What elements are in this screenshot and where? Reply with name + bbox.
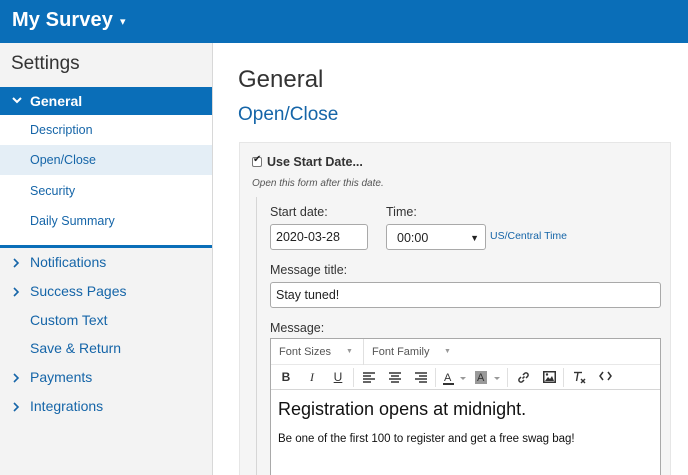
use-start-date-label: Use Start Date... xyxy=(267,155,363,169)
checkmark-icon: ✔ xyxy=(253,154,262,165)
italic-button[interactable]: I xyxy=(302,368,322,387)
editor-content[interactable]: Registration opens at midnight. Be one o… xyxy=(271,390,660,475)
svg-text:A: A xyxy=(444,372,452,384)
align-left-button[interactable] xyxy=(359,368,379,387)
sidebar-item-integrations[interactable]: Integrations xyxy=(0,393,212,421)
use-start-date-checkbox[interactable]: ✔ xyxy=(252,154,262,167)
sidebar-item-payments[interactable]: Payments xyxy=(0,364,212,392)
align-left-icon xyxy=(363,372,375,383)
time-select[interactable]: 00:00 ▼ xyxy=(386,224,486,250)
sidebar-item-custom-text[interactable]: Custom Text xyxy=(0,307,212,335)
align-center-icon xyxy=(389,372,401,383)
message-title-label: Message title: xyxy=(270,263,348,277)
top-bar: My Survey ▾ xyxy=(0,0,688,43)
sidebar-item-notifications[interactable]: Notifications xyxy=(0,249,212,277)
link-icon xyxy=(517,372,529,383)
clear-formatting-button[interactable] xyxy=(569,368,589,387)
sidebar-subitem-security[interactable]: Security xyxy=(0,176,212,206)
sidebar-title: Settings xyxy=(11,53,80,74)
sidebar-item-label: Integrations xyxy=(30,398,104,414)
font-family-label: Font Family xyxy=(372,346,430,358)
main-content: General Open/Close ✔ Use Start Date... O… xyxy=(213,43,688,475)
sidebar-item-label: Save & Return xyxy=(30,340,122,356)
start-date-options: Start date: Time: 00:00 ▼ US/Central Tim… xyxy=(256,197,672,475)
open-close-panel: ✔ Use Start Date... Open this form after… xyxy=(239,142,671,475)
start-date-label: Start date: xyxy=(270,205,328,219)
chevron-right-icon xyxy=(13,258,20,268)
sidebar-item-label: Custom Text xyxy=(30,312,108,328)
sidebar-item-general[interactable]: General xyxy=(0,87,212,115)
insert-link-button[interactable] xyxy=(513,368,533,387)
sidebar-item-label: Success Pages xyxy=(30,283,127,299)
sidebar: Settings General Description Open/Close … xyxy=(0,43,213,475)
editor-toolbar-row-2: B I U A A xyxy=(271,365,660,390)
sidebar-submenu: Description Open/Close Security Daily Su… xyxy=(0,115,212,245)
sidebar-subitem-description[interactable]: Description xyxy=(0,115,212,145)
align-right-icon xyxy=(415,372,427,383)
source-code-button[interactable] xyxy=(595,368,615,387)
message-editor: Font Sizes ▼ Font Family ▼ B I U A A Reg… xyxy=(270,338,661,475)
section-title: Open/Close xyxy=(238,104,339,125)
code-icon xyxy=(598,371,612,381)
background-color-icon: A xyxy=(475,371,500,384)
toolbar-separator xyxy=(563,368,564,387)
svg-text:A: A xyxy=(477,372,485,384)
editor-toolbar-row-1: Font Sizes ▼ Font Family ▼ xyxy=(271,339,660,365)
chevron-down-icon[interactable]: ▾ xyxy=(120,15,126,28)
background-color-button[interactable]: A xyxy=(473,368,503,387)
toolbar-separator xyxy=(507,368,508,387)
sidebar-item-label: Payments xyxy=(30,369,93,385)
page-title: General xyxy=(238,66,324,93)
sidebar-item-success-pages[interactable]: Success Pages xyxy=(0,278,212,306)
survey-title[interactable]: My Survey xyxy=(12,9,113,32)
align-right-button[interactable] xyxy=(411,368,431,387)
font-family-dropdown[interactable]: Font Family ▼ xyxy=(364,339,456,365)
font-sizes-label: Font Sizes xyxy=(279,346,331,358)
toolbar-separator xyxy=(435,368,436,387)
clear-formatting-icon xyxy=(573,371,585,384)
sidebar-subitem-daily-summary[interactable]: Daily Summary xyxy=(0,206,212,236)
start-date-input[interactable] xyxy=(270,224,368,250)
chevron-right-icon xyxy=(13,402,20,412)
editor-heading-text: Registration opens at midnight. xyxy=(278,399,527,419)
bold-button[interactable]: B xyxy=(276,368,296,387)
dropdown-arrow-icon: ▼ xyxy=(444,348,451,355)
insert-image-button[interactable] xyxy=(539,368,559,387)
text-color-icon: A xyxy=(443,372,466,385)
help-text: Open this form after this date. xyxy=(252,178,384,189)
text-color-button[interactable]: A xyxy=(441,368,469,387)
timezone-link[interactable]: US/Central Time xyxy=(490,230,567,242)
sidebar-subitem-open-close[interactable]: Open/Close xyxy=(0,145,212,175)
align-center-button[interactable] xyxy=(385,368,405,387)
font-sizes-dropdown[interactable]: Font Sizes ▼ xyxy=(271,339,363,365)
sidebar-item-save-return[interactable]: Save & Return xyxy=(0,335,212,363)
time-value: 00:00 xyxy=(397,231,429,245)
image-icon xyxy=(542,371,556,383)
dropdown-arrow-icon: ▼ xyxy=(346,348,353,355)
underline-button[interactable]: U xyxy=(328,368,348,387)
chevron-down-icon xyxy=(12,97,22,104)
toolbar-separator xyxy=(353,368,354,387)
sidebar-divider xyxy=(0,245,212,248)
message-label: Message: xyxy=(270,321,325,335)
time-label: Time: xyxy=(386,205,417,219)
chevron-right-icon xyxy=(13,287,20,297)
sidebar-item-label: Notifications xyxy=(30,254,107,270)
chevron-right-icon xyxy=(13,373,20,383)
dropdown-arrow-icon: ▼ xyxy=(470,233,479,243)
editor-paragraph-text: Be one of the first 100 to register and … xyxy=(278,433,575,445)
sidebar-item-label: General xyxy=(30,93,83,109)
message-title-input[interactable] xyxy=(270,282,661,308)
